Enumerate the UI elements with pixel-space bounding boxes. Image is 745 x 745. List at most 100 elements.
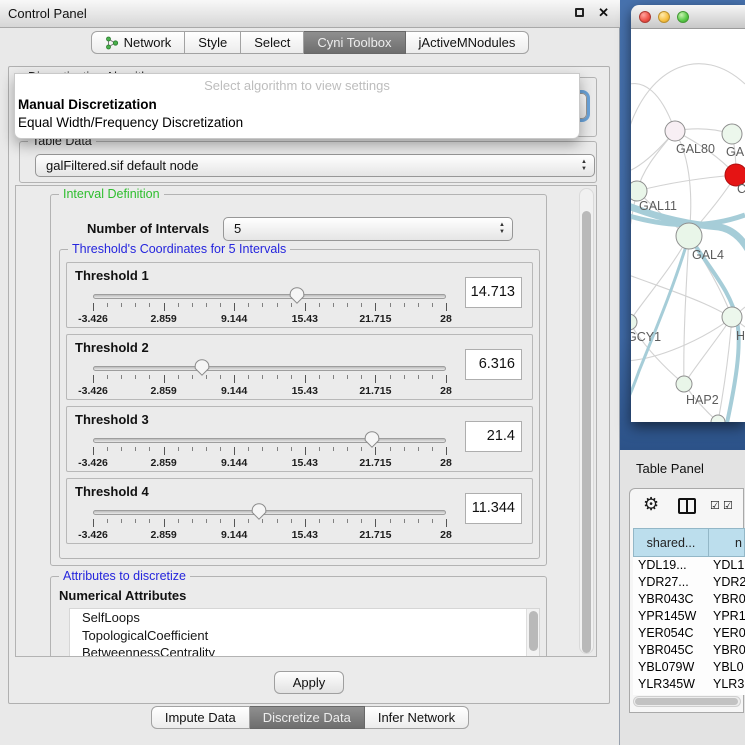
slider-track[interactable] bbox=[93, 510, 446, 515]
slider-handle[interactable] bbox=[251, 503, 267, 520]
cell-name[interactable]: YIL0 bbox=[709, 693, 745, 695]
vertical-scrollbar[interactable] bbox=[579, 188, 594, 654]
network-node[interactable] bbox=[631, 181, 647, 201]
slider-handle[interactable] bbox=[364, 431, 380, 448]
network-window-titlebar[interactable] bbox=[631, 5, 745, 29]
network-node[interactable] bbox=[676, 223, 702, 249]
tab-style[interactable]: Style bbox=[185, 31, 241, 54]
tick-label: 15.43 bbox=[292, 529, 318, 541]
cell-shared-name[interactable]: YIL052C bbox=[633, 693, 709, 695]
table-row[interactable]: YBL079WYBL0 bbox=[633, 659, 745, 676]
network-canvas[interactable]: GAL80GACGAL11GAL4GCY1HHAP2 bbox=[631, 29, 745, 422]
horizontal-scrollbar[interactable] bbox=[633, 696, 741, 707]
threshold-1-slider[interactable]: -3.4262.8599.14415.4321.71528 bbox=[93, 285, 446, 327]
threshold-2-slider[interactable]: -3.4262.8599.14415.4321.71528 bbox=[93, 357, 446, 399]
tab-jactivemnodules[interactable]: jActiveMNodules bbox=[406, 31, 530, 54]
tab-impute-data[interactable]: Impute Data bbox=[151, 706, 250, 729]
attribute-list-item[interactable]: BetweennessCentrality bbox=[70, 644, 539, 657]
mac-minimize-button[interactable] bbox=[658, 11, 670, 23]
tab-discretize-data[interactable]: Discretize Data bbox=[250, 706, 365, 729]
cell-name[interactable]: YER0 bbox=[709, 625, 745, 642]
attribute-list-item[interactable]: TopologicalCoefficient bbox=[70, 627, 539, 645]
table-row[interactable]: YER054CYER0 bbox=[633, 625, 745, 642]
slider-tick bbox=[121, 519, 122, 523]
slider-tick bbox=[319, 375, 320, 379]
cell-shared-name[interactable]: YPR145W bbox=[633, 608, 709, 625]
slider-tick bbox=[248, 303, 249, 307]
cell-shared-name[interactable]: YBL079W bbox=[633, 659, 709, 676]
interval-definition-group: Interval Definition Number of Intervals … bbox=[50, 194, 547, 566]
close-icon[interactable]: ✕ bbox=[598, 5, 609, 21]
columns-icon[interactable] bbox=[678, 498, 696, 514]
selected-intervals: 5 bbox=[234, 221, 241, 236]
cell-shared-name[interactable]: YDL19... bbox=[633, 557, 709, 574]
checkbox-icon[interactable]: ☑ bbox=[710, 499, 720, 512]
cell-name[interactable]: YBR0 bbox=[709, 642, 745, 659]
threshold-3-slider[interactable]: -3.4262.8599.14415.4321.71528 bbox=[93, 429, 446, 471]
slider-handle[interactable] bbox=[194, 359, 210, 376]
list-scrollbar[interactable] bbox=[526, 609, 539, 657]
slider-tick bbox=[248, 519, 249, 523]
apply-button[interactable]: Apply bbox=[274, 671, 344, 694]
threshold-4-slider[interactable]: -3.4262.8599.14415.4321.71528 bbox=[93, 501, 446, 543]
top-tab-bar: Network Style Select Cyni Toolbox jActiv… bbox=[0, 31, 620, 61]
cell-name[interactable]: YBL0 bbox=[709, 659, 745, 676]
number-of-intervals-select[interactable]: 5 ▲▼ bbox=[223, 217, 513, 241]
scrollbar-thumb[interactable] bbox=[635, 698, 738, 705]
column-header-shared-name[interactable]: shared... bbox=[633, 528, 709, 557]
network-node[interactable] bbox=[722, 124, 742, 144]
cell-shared-name[interactable]: YBR045C bbox=[633, 642, 709, 659]
cell-name[interactable]: YBR0 bbox=[709, 591, 745, 608]
tab-label: Impute Data bbox=[165, 710, 236, 725]
threshold-1-value-field[interactable]: 14.713 bbox=[465, 277, 522, 308]
numerical-attributes-list[interactable]: SelfLoopsTopologicalCoefficientBetweenne… bbox=[69, 608, 540, 657]
threshold-3-value-field[interactable]: 21.4 bbox=[465, 421, 522, 452]
slider-tick bbox=[319, 519, 320, 523]
tab-infer-network[interactable]: Infer Network bbox=[365, 706, 469, 729]
table-row[interactable]: YDR27...YDR2 bbox=[633, 574, 745, 591]
dropdown-option-manual-discretization[interactable]: Manual Discretization bbox=[18, 97, 157, 112]
slider-track[interactable] bbox=[93, 438, 446, 443]
checkbox-icon[interactable]: ☑ bbox=[723, 499, 733, 512]
network-node[interactable] bbox=[665, 121, 685, 141]
dropdown-option-equal-width-frequency[interactable]: Equal Width/Frequency Discretization bbox=[18, 115, 243, 130]
cell-name[interactable]: YDR2 bbox=[709, 574, 745, 591]
table-row[interactable]: YPR145WYPR1 bbox=[633, 608, 745, 625]
tab-select[interactable]: Select bbox=[241, 31, 304, 54]
table-data-select[interactable]: galFiltered.sif default node ▲▼ bbox=[35, 154, 595, 177]
threshold-4-value-field[interactable]: 11.344 bbox=[465, 493, 522, 524]
table-row[interactable]: YDL19...YDL1 bbox=[633, 557, 745, 574]
column-header-name[interactable]: n bbox=[709, 528, 745, 557]
network-node[interactable] bbox=[711, 415, 725, 422]
cell-shared-name[interactable]: YER054C bbox=[633, 625, 709, 642]
table-row[interactable]: YIL052CYIL0 bbox=[633, 693, 745, 695]
tab-cyni-toolbox[interactable]: Cyni Toolbox bbox=[304, 31, 405, 54]
cell-shared-name[interactable]: YDR27... bbox=[633, 574, 709, 591]
attributes-to-discretize-group: Attributes to discretize Numerical Attri… bbox=[50, 576, 547, 657]
network-node[interactable] bbox=[631, 314, 637, 330]
tab-network[interactable]: Network bbox=[91, 31, 186, 54]
attribute-list-item[interactable]: SelfLoops bbox=[70, 609, 539, 627]
mac-zoom-button[interactable] bbox=[677, 11, 689, 23]
slider-handle[interactable] bbox=[289, 287, 305, 304]
table-row[interactable]: YLR345WYLR3 bbox=[633, 676, 745, 693]
slider-tick bbox=[432, 303, 433, 307]
slider-track[interactable] bbox=[93, 366, 446, 371]
cell-name[interactable]: YDL1 bbox=[709, 557, 745, 574]
cell-name[interactable]: YPR1 bbox=[709, 608, 745, 625]
gear-icon[interactable]: ⚙ bbox=[643, 494, 659, 515]
network-node[interactable] bbox=[676, 376, 692, 392]
scrollbar-thumb[interactable] bbox=[582, 211, 591, 653]
cell-shared-name[interactable]: YBR043C bbox=[633, 591, 709, 608]
float-panel-icon[interactable] bbox=[575, 8, 584, 17]
tab-label: Infer Network bbox=[378, 710, 455, 725]
table-row[interactable]: YBR045CYBR0 bbox=[633, 642, 745, 659]
table-row[interactable]: YBR043CYBR0 bbox=[633, 591, 745, 608]
threshold-2-value-field[interactable]: 6.316 bbox=[465, 349, 522, 380]
cell-shared-name[interactable]: YLR345W bbox=[633, 676, 709, 693]
cell-name[interactable]: YLR3 bbox=[709, 676, 745, 693]
slider-track[interactable] bbox=[93, 294, 446, 299]
control-panel-titlebar: Control Panel ✕ bbox=[0, 0, 620, 28]
mac-close-button[interactable] bbox=[639, 11, 651, 23]
network-node[interactable] bbox=[722, 307, 742, 327]
